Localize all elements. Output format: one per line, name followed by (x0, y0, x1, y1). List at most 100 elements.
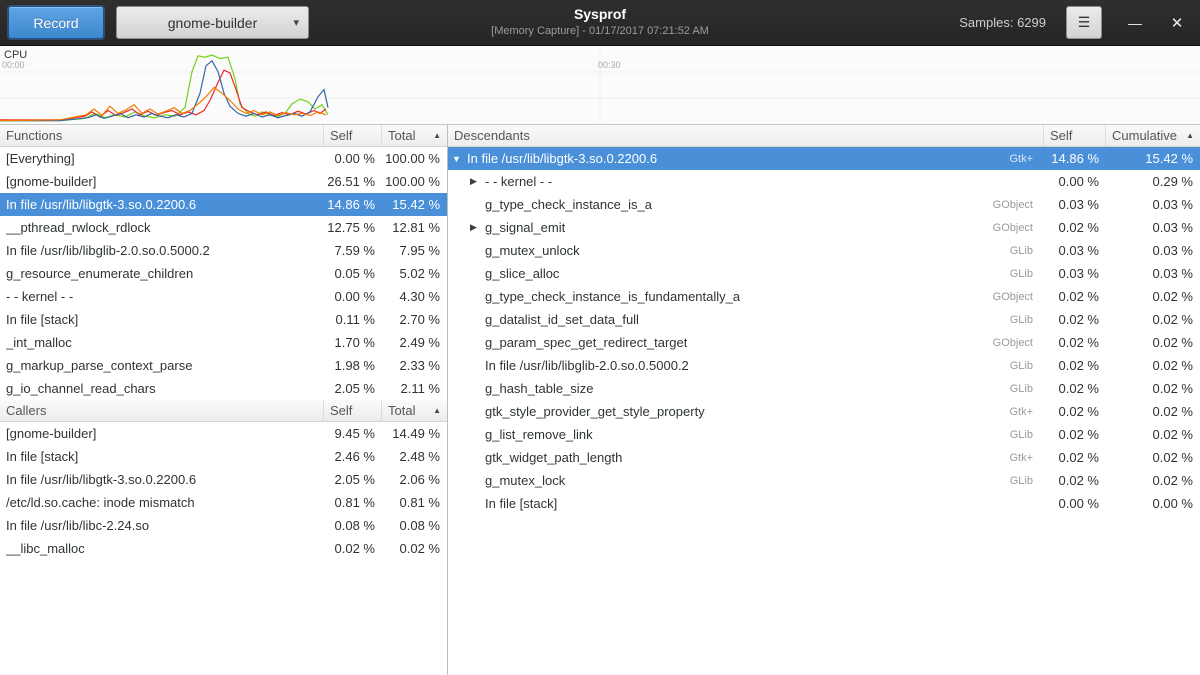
cumulative-value: 0.29 % (1105, 174, 1200, 189)
column-header-self[interactable]: Self (323, 400, 381, 421)
symbol-name: - - kernel - - (485, 174, 552, 189)
caller-row[interactable]: In file /usr/lib/libgtk-3.so.0.2200.62.0… (0, 468, 447, 491)
function-row[interactable]: [Everything]0.00 %100.00 % (0, 147, 447, 170)
column-header-functions[interactable]: Functions (0, 125, 323, 146)
caller-row[interactable]: In file [stack]2.46 %2.48 % (0, 445, 447, 468)
symbol-name: In file [stack] (485, 496, 557, 511)
caller-row[interactable]: __libc_malloc0.02 %0.02 % (0, 537, 447, 560)
self-value: 12.75 % (323, 220, 381, 235)
symbol-name: g_mutex_lock (485, 473, 565, 488)
symbol-name: In file /usr/lib/libglib-2.0.so.0.5000.2 (485, 358, 689, 373)
record-button[interactable]: Record (8, 6, 104, 39)
descendant-row[interactable]: ▼In file /usr/lib/libgtk-3.so.0.2200.6Gt… (448, 147, 1200, 170)
cpu0-green-line (0, 55, 328, 121)
symbol-name: g_type_check_instance_is_a (485, 197, 652, 212)
process-selector-dropdown[interactable]: gnome-builder ▾ (116, 6, 309, 39)
symbol-name: g_signal_emit (485, 220, 565, 235)
sort-indicator-icon: ▲ (433, 131, 441, 140)
minimize-button[interactable]: — (1124, 15, 1146, 31)
total-value: 2.11 % (381, 381, 447, 396)
total-value: 5.02 % (381, 266, 447, 281)
self-value: 0.02 % (323, 541, 381, 556)
expander-expanded-icon[interactable]: ▼ (452, 154, 467, 164)
column-header-descendants[interactable]: Descendants (448, 125, 1043, 146)
function-row[interactable]: In file /usr/lib/libgtk-3.so.0.2200.614.… (0, 193, 447, 216)
function-row[interactable]: g_io_channel_read_chars2.05 %2.11 % (0, 377, 447, 400)
self-value: 0.00 % (1043, 496, 1105, 511)
column-header-self[interactable]: Self (323, 125, 381, 146)
column-header-total[interactable]: Total ▲ (381, 125, 447, 146)
descendant-row[interactable]: gtk_style_provider_get_style_propertyGtk… (448, 400, 1200, 423)
descendant-row[interactable]: ▶g_signal_emitGObject0.02 %0.03 % (448, 216, 1200, 239)
column-header-cumulative[interactable]: Cumulative ▲ (1105, 125, 1200, 146)
function-row[interactable]: In file [stack]0.11 %2.70 % (0, 308, 447, 331)
symbol-name: g_hash_table_size (485, 381, 593, 396)
close-icon: ✕ (1171, 15, 1184, 32)
cpu-usage-chart[interactable]: CPU 00:00 00:30 (0, 46, 1200, 125)
function-row[interactable]: [gnome-builder]26.51 %100.00 % (0, 170, 447, 193)
descendant-row[interactable]: g_mutex_unlockGLib0.03 %0.03 % (448, 239, 1200, 262)
descendant-row[interactable]: In file /usr/lib/libglib-2.0.so.0.5000.2… (448, 354, 1200, 377)
total-value: 0.81 % (381, 495, 447, 510)
descendant-row[interactable]: g_type_check_instance_is_fundamentally_a… (448, 285, 1200, 308)
column-header-self[interactable]: Self (1043, 125, 1105, 146)
caller-row[interactable]: /etc/ld.so.cache: inode mismatch0.81 %0.… (0, 491, 447, 514)
caller-row[interactable]: [gnome-builder]9.45 %14.49 % (0, 422, 447, 445)
function-row[interactable]: - - kernel - -0.00 %4.30 % (0, 285, 447, 308)
descendant-row[interactable]: ▶- - kernel - -0.00 %0.29 % (448, 170, 1200, 193)
caller-row[interactable]: In file /usr/lib/libc-2.24.so0.08 %0.08 … (0, 514, 447, 537)
symbol-name: g_mutex_unlock (485, 243, 580, 258)
descendant-row[interactable]: g_hash_table_sizeGLib0.02 %0.02 % (448, 377, 1200, 400)
symbol-name: In file [stack] (6, 312, 78, 327)
symbol-name: g_param_spec_get_redirect_target (485, 335, 687, 350)
descendant-row[interactable]: g_mutex_lockGLib0.02 %0.02 % (448, 469, 1200, 492)
symbol-name: g_datalist_id_set_data_full (485, 312, 639, 327)
column-header-total-label: Total (388, 403, 415, 418)
descendant-row[interactable]: In file [stack] 0.00 %0.00 % (448, 492, 1200, 515)
symbol-name: In file /usr/lib/libgtk-3.so.0.2200.6 (467, 151, 657, 166)
library-tag: GLib (1010, 429, 1043, 441)
expander-collapsed-icon[interactable]: ▶ (470, 176, 485, 187)
cumulative-value: 0.02 % (1105, 312, 1200, 327)
descendant-row[interactable]: g_param_spec_get_redirect_targetGObject0… (448, 331, 1200, 354)
symbol-name: [gnome-builder] (6, 174, 96, 189)
symbol-name: _int_malloc (6, 335, 72, 350)
total-value: 4.30 % (381, 289, 447, 304)
process-selector-label: gnome-builder (168, 15, 258, 31)
menu-button[interactable]: ☰ (1066, 6, 1102, 39)
function-row[interactable]: __pthread_rwlock_rdlock12.75 %12.81 % (0, 216, 447, 239)
descendant-row[interactable]: g_type_check_instance_is_aGObject0.03 %0… (448, 193, 1200, 216)
cumulative-value: 0.02 % (1105, 473, 1200, 488)
total-value: 15.42 % (381, 197, 447, 212)
column-header-total[interactable]: Total ▲ (381, 400, 447, 421)
self-value: 1.98 % (323, 358, 381, 373)
library-tag: GObject (993, 291, 1043, 303)
library-tag: GLib (1010, 383, 1043, 395)
self-value: 0.02 % (1043, 220, 1105, 235)
close-button[interactable]: ✕ (1166, 14, 1188, 32)
column-header-callers[interactable]: Callers (0, 400, 323, 421)
descendant-row[interactable]: g_datalist_id_set_data_fullGLib0.02 %0.0… (448, 308, 1200, 331)
descendant-row[interactable]: g_list_remove_linkGLib0.02 %0.02 % (448, 423, 1200, 446)
self-value: 0.02 % (1043, 358, 1105, 373)
descendants-table-body: ▼In file /usr/lib/libgtk-3.so.0.2200.6 Gt… (448, 147, 1200, 515)
cumulative-value: 0.00 % (1105, 496, 1200, 511)
function-row[interactable]: _int_malloc1.70 %2.49 % (0, 331, 447, 354)
symbol-name: [gnome-builder] (6, 426, 96, 441)
total-value: 2.06 % (381, 472, 447, 487)
chevron-down-icon: ▾ (293, 16, 299, 29)
function-row[interactable]: In file /usr/lib/libglib-2.0.so.0.5000.2… (0, 239, 447, 262)
function-row[interactable]: g_markup_parse_context_parse1.98 %2.33 % (0, 354, 447, 377)
expander-collapsed-icon[interactable]: ▶ (470, 222, 485, 233)
library-tag: Gtk+ (1009, 406, 1043, 418)
self-value: 0.02 % (1043, 312, 1105, 327)
symbol-name: In file /usr/lib/libgtk-3.so.0.2200.6 (6, 197, 196, 212)
functions-table-body: [Everything]0.00 %100.00 %[gnome-builder… (0, 147, 447, 400)
descendant-row[interactable]: g_slice_allocGLib0.03 %0.03 % (448, 262, 1200, 285)
self-value: 0.00 % (323, 289, 381, 304)
self-value: 7.59 % (323, 243, 381, 258)
total-value: 0.08 % (381, 518, 447, 533)
function-row[interactable]: g_resource_enumerate_children0.05 %5.02 … (0, 262, 447, 285)
descendants-table-header: Descendants Self Cumulative ▲ (448, 125, 1200, 147)
descendant-row[interactable]: gtk_widget_path_lengthGtk+0.02 %0.02 % (448, 446, 1200, 469)
